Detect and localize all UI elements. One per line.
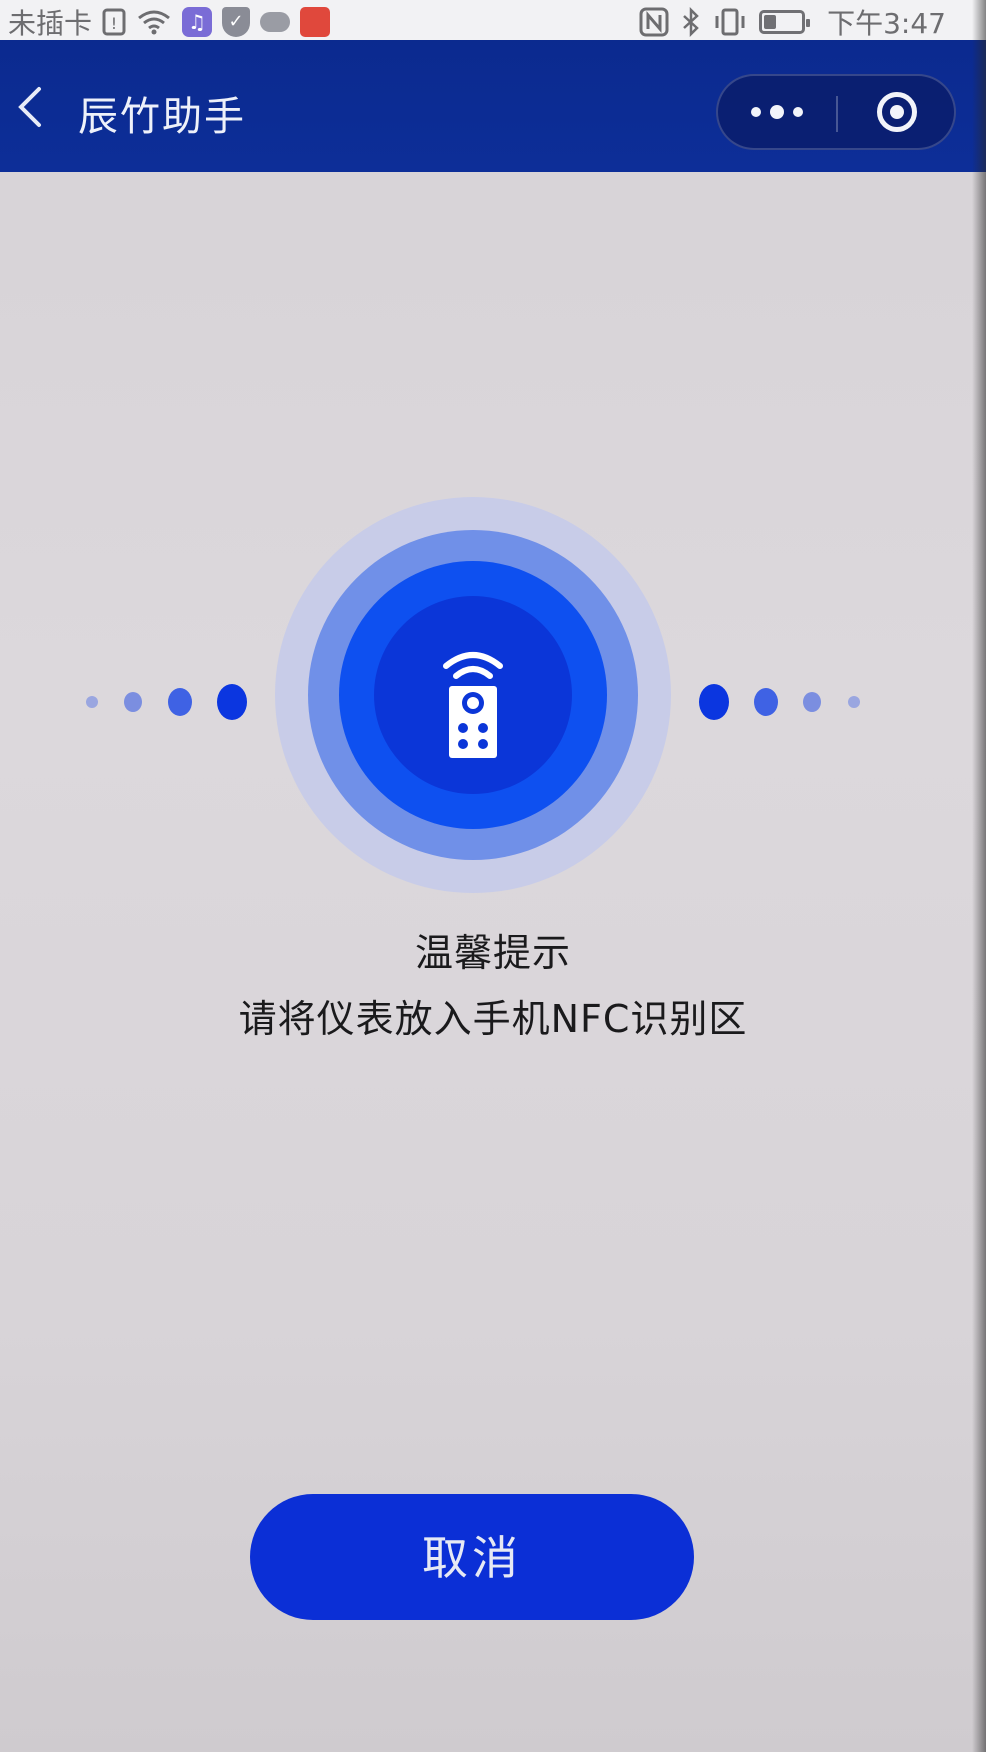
target-close-icon bbox=[877, 92, 917, 132]
progress-dot bbox=[168, 688, 192, 716]
hint-title: 温馨提示 bbox=[414, 931, 571, 975]
more-dot-right bbox=[793, 107, 803, 117]
nfc-status-icon bbox=[639, 7, 669, 37]
more-dot-center bbox=[770, 105, 784, 119]
progress-dot bbox=[217, 684, 247, 720]
screen-edge-shadow bbox=[972, 0, 986, 1752]
bluetooth-icon bbox=[683, 7, 699, 37]
cancel-button[interactable]: 取消 bbox=[250, 1494, 694, 1620]
cloud-icon bbox=[260, 12, 291, 32]
more-button[interactable] bbox=[718, 76, 836, 148]
red-app-icon bbox=[300, 7, 331, 37]
wifi-icon bbox=[138, 10, 170, 35]
svg-text:!: ! bbox=[111, 14, 117, 33]
vibrate-icon bbox=[715, 8, 745, 36]
more-dots-icon bbox=[751, 107, 761, 117]
hint-text: 请将仪表放入手机NFC识别区 bbox=[238, 997, 748, 1041]
back-button[interactable] bbox=[10, 82, 50, 132]
screen: 未插卡 ! ♫ ✓ 下午3:47 辰竹助手 温馨提示 请将仪表放入手机NFC识别… bbox=[0, 0, 986, 1752]
carrier-text: 未插卡 bbox=[8, 7, 93, 40]
remote-control-icon bbox=[443, 652, 503, 758]
chevron-left-icon bbox=[18, 87, 41, 127]
progress-dot bbox=[86, 696, 98, 708]
progress-dot bbox=[803, 692, 821, 712]
nfc-scan-graphic bbox=[0, 480, 986, 900]
sim-icon: ! bbox=[102, 8, 126, 36]
music-app-icon: ♫ bbox=[182, 7, 213, 37]
progress-dot bbox=[754, 688, 778, 716]
progress-dot bbox=[124, 692, 142, 712]
page-title: 辰竹助手 bbox=[78, 94, 246, 140]
status-time: 下午3:47 bbox=[827, 7, 946, 40]
status-bar: 未插卡 ! ♫ ✓ 下午3:47 bbox=[0, 0, 986, 40]
close-miniprogram-button[interactable] bbox=[838, 76, 956, 148]
progress-dot bbox=[699, 684, 729, 720]
battery-icon bbox=[759, 10, 811, 34]
status-left: 未插卡 ! ♫ ✓ bbox=[8, 2, 331, 42]
shield-app-icon: ✓ bbox=[222, 7, 251, 37]
progress-dot bbox=[848, 696, 860, 708]
status-right: 下午3:47 bbox=[639, 2, 946, 42]
menu-capsule bbox=[716, 74, 956, 150]
app-header: 辰竹助手 bbox=[0, 40, 986, 172]
